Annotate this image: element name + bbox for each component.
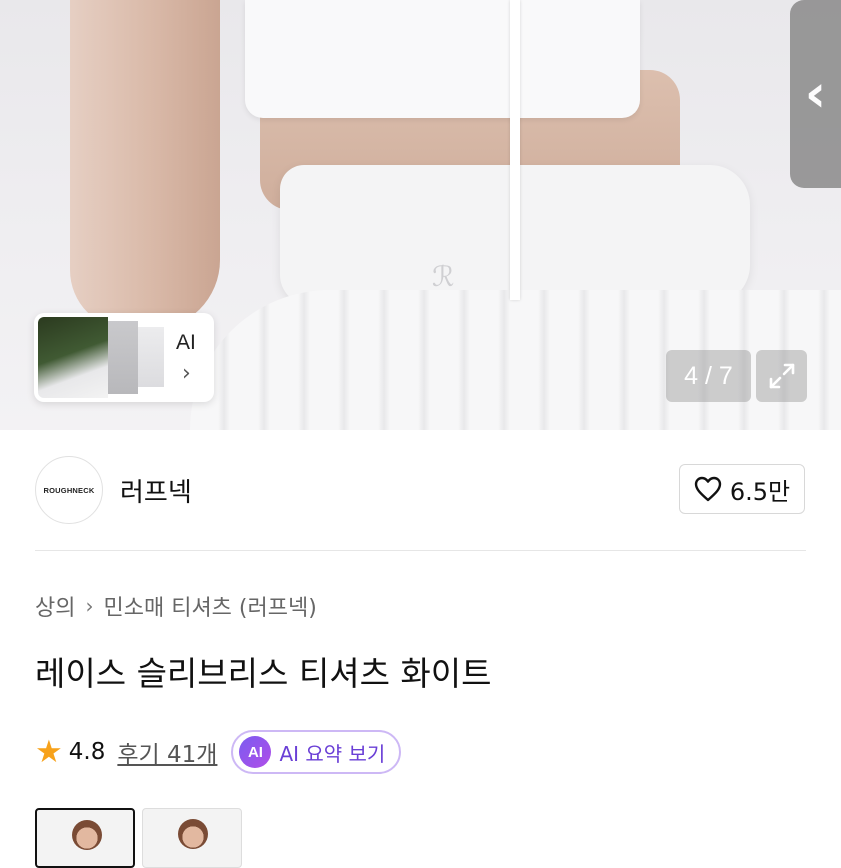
brand-emblem: ℛ [432, 260, 455, 293]
ai-label: AI [176, 331, 196, 354]
model-face [72, 820, 102, 850]
ai-summary-label: AI 요약 보기 [279, 741, 386, 766]
product-title: 레이스 슬리브리스 티셔츠 화이트 [35, 654, 492, 693]
ai-icon: AI [239, 736, 272, 768]
heart-icon [694, 476, 722, 502]
look-thumbnail [108, 321, 138, 394]
brand-logo-text: ROUGHNECK [43, 485, 95, 495]
reviews-link[interactable]: 후기 41개 [117, 735, 217, 769]
star-icon: ★ [35, 734, 63, 770]
breadcrumb: 상의 › 민소매 티셔츠 (러프넥) [35, 590, 317, 622]
drawstring [510, 0, 520, 300]
breadcrumb-category[interactable]: 상의 [35, 590, 75, 622]
rating-score: 4.8 [68, 739, 106, 765]
brand-name[interactable]: 러프넥 [120, 472, 192, 509]
chevron-right-icon: › [182, 361, 191, 386]
image-counter-text: 4 / 7 [684, 361, 733, 390]
ai-summary-button[interactable]: AI AI 요약 보기 [231, 730, 402, 774]
color-swatch-selected[interactable] [35, 808, 135, 868]
rating-row: ★ 4.8 후기 41개 AI AI 요약 보기 [35, 728, 402, 776]
ai-look-card[interactable]: AI › [34, 313, 214, 402]
look-thumbnail [138, 327, 164, 387]
chevron-right-icon: › [85, 594, 94, 618]
back-handle[interactable]: ‹ [790, 0, 841, 188]
divider [35, 550, 806, 551]
model-arm [70, 0, 220, 330]
sleeveless-top [245, 0, 640, 118]
color-swatch[interactable] [142, 808, 242, 868]
chevron-left-icon: ‹ [804, 64, 827, 124]
image-counter: 4 / 7 [666, 350, 751, 402]
like-count: 6.5만 [729, 477, 791, 506]
breadcrumb-subcategory[interactable]: 민소매 티셔츠 (러프넥) [103, 590, 316, 622]
brand-logo[interactable]: ROUGHNECK [35, 456, 103, 524]
fullscreen-button[interactable] [756, 350, 807, 402]
look-thumbnail [38, 317, 108, 398]
expand-icon [769, 363, 794, 389]
like-button[interactable]: 6.5만 [679, 464, 805, 514]
model-face [178, 819, 208, 849]
